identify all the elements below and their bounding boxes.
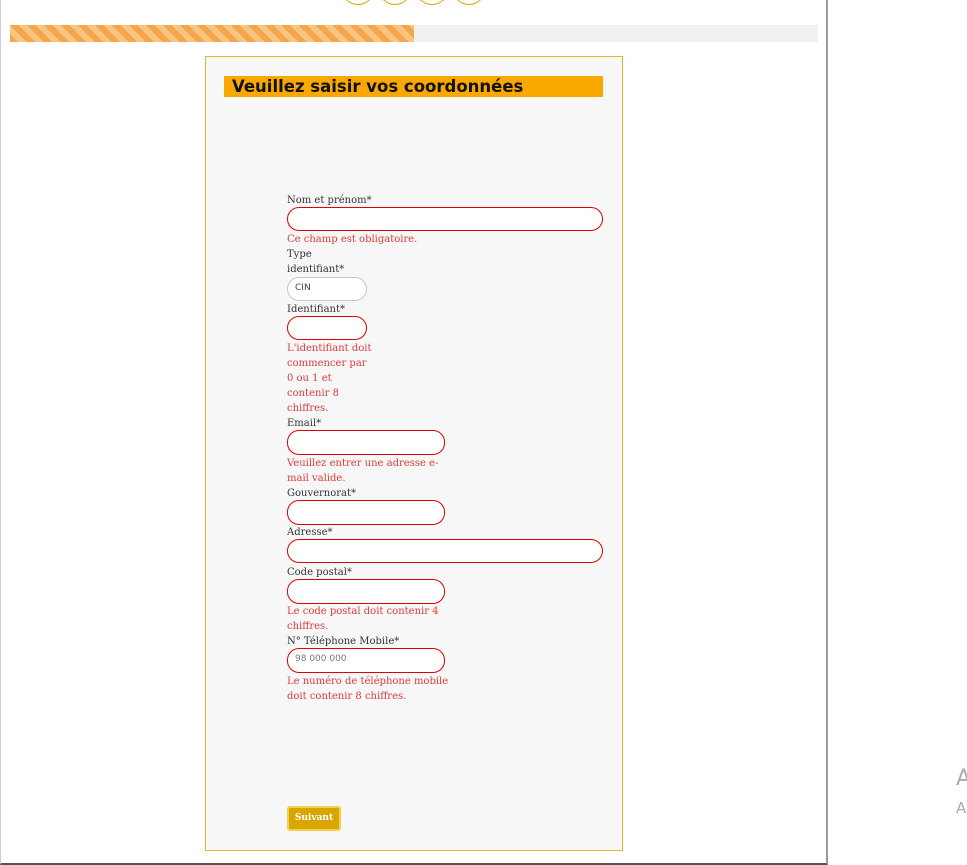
email-label: Email* (287, 418, 322, 429)
step-indicator-1[interactable] (341, 0, 375, 5)
phone-error-line1: Le numéro de téléphone mobile (287, 676, 449, 687)
form-title-bar: Veuillez saisir vos coordonnées (224, 76, 603, 97)
phone-placeholder: 98 000 000 (295, 654, 347, 664)
phone-label: N° Téléphone Mobile* (287, 636, 400, 647)
id-type-value: CIN (295, 283, 311, 293)
address-label: Adresse* (287, 527, 333, 538)
name-error: Ce champ est obligatoire. (287, 234, 418, 245)
phone-error-line2: doit contenir 8 chiffres. (287, 691, 407, 702)
side-letter-small: A (956, 799, 967, 817)
id-input[interactable] (287, 316, 367, 340)
id-error-line1: L'identifiant doit (287, 343, 372, 354)
contact-form: Veuillez saisir vos coordonnées Nom et p… (205, 56, 623, 851)
governorate-select[interactable] (287, 500, 445, 525)
id-label: Identifiant* (287, 304, 346, 315)
progress-bar (10, 25, 818, 42)
form-title: Veuillez saisir vos coordonnées (232, 77, 524, 96)
id-type-select[interactable]: CIN (287, 277, 367, 301)
next-button[interactable]: Suivant (287, 806, 341, 831)
postal-code-input[interactable] (287, 579, 445, 604)
progress-fill (10, 25, 414, 42)
email-error-line1: Veuillez entrer une adresse e- (287, 458, 439, 469)
governorate-label: Gouvernorat* (287, 488, 357, 499)
step-indicator-3[interactable] (415, 0, 449, 5)
id-type-label-line2: identifiant* (287, 264, 345, 275)
email-input[interactable] (287, 430, 445, 455)
postal-code-error-line2: chiffres. (287, 621, 329, 632)
form-frame: Veuillez saisir vos coordonnées Nom et p… (0, 0, 828, 865)
step-indicator-4[interactable] (452, 0, 486, 5)
id-error-line4: contenir 8 (287, 388, 339, 399)
postal-code-label: Code postal* (287, 567, 352, 578)
id-error-line3: 0 ou 1 et (287, 373, 332, 384)
postal-code-error-line1: Le code postal doit contenir 4 (287, 606, 439, 617)
email-error-line2: mail valide. (287, 473, 346, 484)
name-label: Nom et prénom* (287, 195, 372, 206)
phone-input[interactable]: 98 000 000 (287, 648, 445, 673)
side-letter-large: A (956, 766, 967, 791)
id-error-line2: commencer par (287, 358, 367, 369)
id-type-label-line1: Type (287, 249, 312, 260)
step-indicator-2[interactable] (378, 0, 412, 5)
address-input[interactable] (287, 539, 603, 563)
id-error-line5: chiffres. (287, 403, 329, 414)
name-input[interactable] (287, 207, 603, 231)
